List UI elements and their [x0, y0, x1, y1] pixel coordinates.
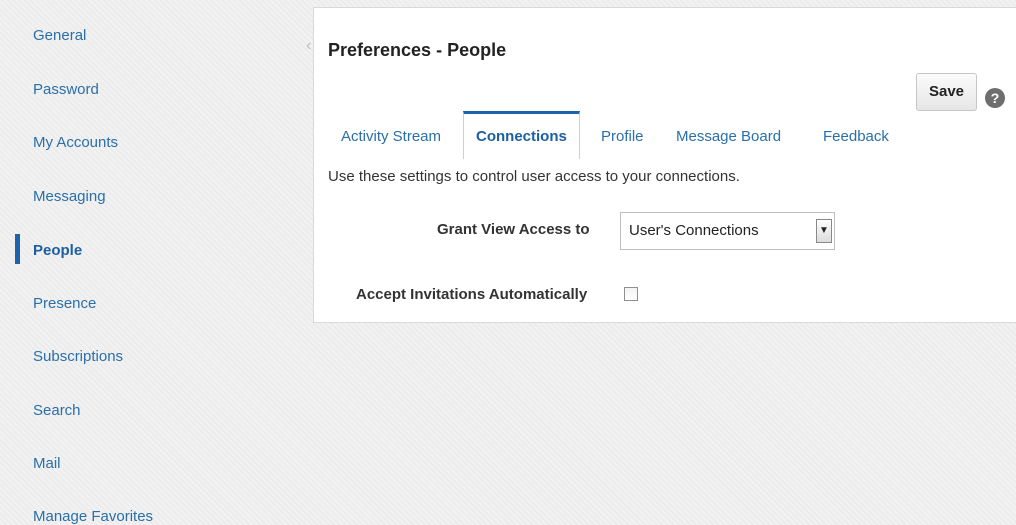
grant-view-access-select[interactable]: User's Connections ▼	[620, 212, 835, 250]
dropdown-arrow-icon[interactable]: ▼	[816, 219, 832, 243]
page-title: Preferences - People	[328, 40, 507, 60]
collapse-sidebar-icon[interactable]: ‹	[306, 38, 318, 54]
sidebar-item-people[interactable]: People	[33, 242, 82, 259]
tab-activity-stream[interactable]: Activity Stream	[341, 111, 441, 159]
help-icon[interactable]: ?	[985, 88, 1005, 108]
tab-message-board[interactable]: Message Board	[676, 111, 781, 159]
sidebar-item-search[interactable]: Search	[33, 402, 81, 419]
sidebar-item-mail[interactable]: Mail	[33, 455, 61, 472]
active-indicator	[15, 234, 20, 264]
sidebar-item-manage-favorites[interactable]: Manage Favorites	[33, 508, 153, 525]
sidebar-item-messaging[interactable]: Messaging	[33, 188, 106, 205]
sidebar-item-presence[interactable]: Presence	[33, 295, 96, 312]
sidebar-item-my-accounts[interactable]: My Accounts	[33, 134, 118, 151]
sidebar-item-password[interactable]: Password	[33, 81, 99, 98]
accept-invitations-checkbox[interactable]	[624, 287, 638, 301]
tab-feedback[interactable]: Feedback	[823, 111, 889, 159]
tab-profile[interactable]: Profile	[601, 111, 644, 159]
grant-view-access-label: Grant View Access to	[437, 221, 590, 238]
accept-invitations-label: Accept Invitations Automatically	[356, 286, 588, 303]
sidebar: General Password My Accounts Messaging P…	[0, 0, 312, 525]
sidebar-item-subscriptions[interactable]: Subscriptions	[33, 348, 123, 365]
grant-view-access-value: User's Connections	[629, 222, 759, 239]
sidebar-item-general[interactable]: General	[33, 27, 86, 44]
save-button[interactable]: Save	[916, 73, 977, 111]
tab-connections[interactable]: Connections	[463, 111, 580, 159]
description-text: Use these settings to control user acces…	[328, 168, 740, 185]
